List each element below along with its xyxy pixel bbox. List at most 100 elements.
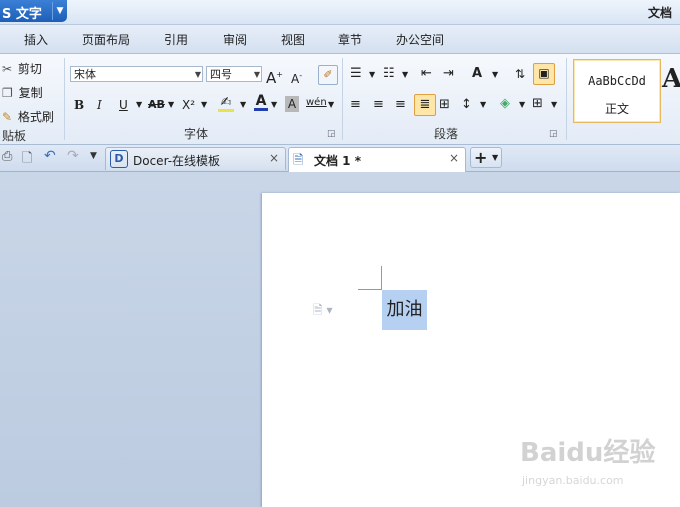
tab-view[interactable]: 视图 <box>281 31 305 48</box>
show-marks-icon[interactable]: ▣ <box>533 63 555 85</box>
align-right-icon[interactable]: ≡ <box>395 96 406 114</box>
font-color-label: A <box>255 93 267 109</box>
app-menu-chevron-icon[interactable]: ▼ <box>52 2 67 20</box>
shrink-font-button[interactable]: A- <box>291 67 302 86</box>
watermark-url: jingyan.baidu.com <box>522 474 624 487</box>
paragraph-shading-icon[interactable]: ◈ <box>500 95 510 113</box>
font-name-select[interactable]: 宋体 ▼ <box>70 66 203 82</box>
strikethrough-button[interactable]: AB <box>148 96 165 114</box>
document-icon: 🗎 <box>293 153 304 168</box>
font-size-value: 四号 <box>210 68 232 81</box>
font-size-select[interactable]: 四号 ▼ <box>206 66 262 82</box>
scissors-icon: ✂ <box>2 62 13 76</box>
tab-references[interactable]: 引用 <box>164 31 188 48</box>
undo-icon[interactable]: ↶ <box>44 148 56 164</box>
font-color-button[interactable]: A <box>254 92 268 111</box>
decrease-indent-icon[interactable]: ⇤ <box>421 65 432 83</box>
print-icon[interactable]: ⎙ <box>2 149 12 164</box>
superscript-button[interactable]: X² <box>182 96 195 114</box>
shrink-font-label: A <box>291 72 300 86</box>
group-divider <box>342 58 343 140</box>
tab-document-1[interactable]: 🗎 文档 1 * × <box>288 147 466 172</box>
plus-icon: + <box>474 148 488 167</box>
borders-icon[interactable]: ⊞ <box>532 95 543 113</box>
align-center-icon[interactable]: ≡ <box>373 96 384 114</box>
eraser-icon: ✐ <box>323 68 333 81</box>
selected-text[interactable]: 加油 <box>382 290 427 330</box>
highlight-dropdown-chevron-icon[interactable]: ▼ <box>240 96 246 114</box>
grow-font-button[interactable]: A+ <box>266 66 283 87</box>
chevron-down-icon: ▼ <box>253 70 260 79</box>
cut-button[interactable]: ✂ 剪切 <box>2 60 42 77</box>
char-shading-button[interactable]: A <box>285 96 299 112</box>
print-preview-icon[interactable]: 🗋 <box>22 149 32 171</box>
app-menu-label: S 文字 <box>2 7 42 22</box>
paste-options-icon[interactable]: 🗎 ▾ <box>313 301 333 322</box>
paintbrush-icon: ✎ <box>2 110 13 124</box>
menu-bar: 插入 页面布局 引用 审阅 视图 章节 办公空间 <box>0 25 680 54</box>
numbered-dropdown-chevron-icon[interactable]: ▼ <box>402 66 408 84</box>
tab-review[interactable]: 审阅 <box>223 31 247 48</box>
shading-chevron-icon[interactable]: ▼ <box>519 96 525 114</box>
font-group-label: 字体 <box>184 127 209 141</box>
watermark-brand: Baidu经验 <box>520 438 656 468</box>
group-divider <box>64 58 65 140</box>
paragraph-group-label: 段落 <box>434 127 459 141</box>
tab-insert[interactable]: 插入 <box>24 31 48 48</box>
close-tab-icon[interactable]: × <box>449 151 459 165</box>
underline-button[interactable]: U <box>119 96 128 114</box>
clear-format-button[interactable]: ✐ <box>318 65 338 85</box>
highlighter-icon: ✍ <box>220 95 232 110</box>
docer-logo-icon: D <box>110 150 128 168</box>
superscript-dropdown-chevron-icon[interactable]: ▼ <box>201 96 207 114</box>
bold-button[interactable]: B <box>74 96 84 114</box>
grow-font-label: A <box>266 69 277 87</box>
borders-chevron-icon[interactable]: ▼ <box>551 96 557 114</box>
redo-icon[interactable]: ↷ <box>67 148 79 164</box>
numbered-list-icon[interactable]: ☷ <box>383 65 395 83</box>
tab-docer-templates[interactable]: D Docer-在线模板 × <box>105 147 286 170</box>
align-left-icon[interactable]: ≡ <box>350 96 361 114</box>
style-next-tile[interactable]: A <box>662 64 680 94</box>
style-name: 正文 <box>604 102 629 116</box>
highlight-button[interactable]: ✍ <box>218 94 234 112</box>
font-color-dropdown-chevron-icon[interactable]: ▼ <box>271 96 277 114</box>
phonetic-dropdown-chevron-icon[interactable]: ▼ <box>328 96 334 114</box>
quick-access-chevron-icon[interactable]: ▼ <box>90 151 97 161</box>
font-dialog-launcher-icon[interactable]: ◲ <box>327 129 336 139</box>
chevron-down-icon: ▼ <box>492 153 499 162</box>
close-tab-icon[interactable]: × <box>269 151 279 165</box>
line-spacing-chevron-icon[interactable]: ▼ <box>480 96 486 114</box>
document-tab-strip: ⎙ 🗋 ↶ ↷ ▼ D Docer-在线模板 × 🗎 文档 1 * × + ▼ <box>0 145 680 172</box>
phonetic-guide-button[interactable]: wén <box>306 94 327 112</box>
format-painter-label: 格式刷 <box>17 110 54 124</box>
cut-label: 剪切 <box>17 62 42 76</box>
tab-label: Docer-在线模板 <box>133 154 221 168</box>
style-normal-tile[interactable]: AaBbCcDd 正文 <box>573 59 661 123</box>
app-menu-button[interactable]: S 文字 ▼ <box>0 0 67 22</box>
margin-corner-mark <box>358 289 382 290</box>
bullet-dropdown-chevron-icon[interactable]: ▼ <box>369 66 375 84</box>
text-direction-chevron-icon[interactable]: ▼ <box>492 66 498 84</box>
text-direction-icon[interactable]: A <box>472 65 482 83</box>
margin-corner-mark <box>381 266 382 290</box>
distribute-icon[interactable]: ⊞ <box>439 96 450 114</box>
increase-indent-icon[interactable]: ⇥ <box>443 65 454 83</box>
font-name-value: 宋体 <box>74 68 96 81</box>
group-divider <box>566 58 567 140</box>
format-painter-button[interactable]: ✎ 格式刷 <box>2 108 54 125</box>
tab-page-layout[interactable]: 页面布局 <box>82 31 130 48</box>
copy-button[interactable]: ❐ 复制 <box>2 84 43 101</box>
italic-button[interactable]: I <box>97 96 102 114</box>
copy-label: 复制 <box>18 86 43 100</box>
tab-office-space[interactable]: 办公空间 <box>396 31 444 48</box>
new-tab-button[interactable]: + ▼ <box>470 147 502 168</box>
line-spacing-icon[interactable]: ↕ <box>461 96 472 114</box>
sort-icon[interactable]: ⇅ <box>515 65 525 83</box>
justify-icon[interactable]: ≣ <box>414 94 436 116</box>
paragraph-dialog-launcher-icon[interactable]: ◲ <box>549 129 558 139</box>
bullet-list-icon[interactable]: ☰ <box>350 65 362 83</box>
strike-dropdown-chevron-icon[interactable]: ▼ <box>168 96 174 114</box>
underline-dropdown-chevron-icon[interactable]: ▼ <box>136 96 142 114</box>
tab-chapter[interactable]: 章节 <box>338 31 362 48</box>
